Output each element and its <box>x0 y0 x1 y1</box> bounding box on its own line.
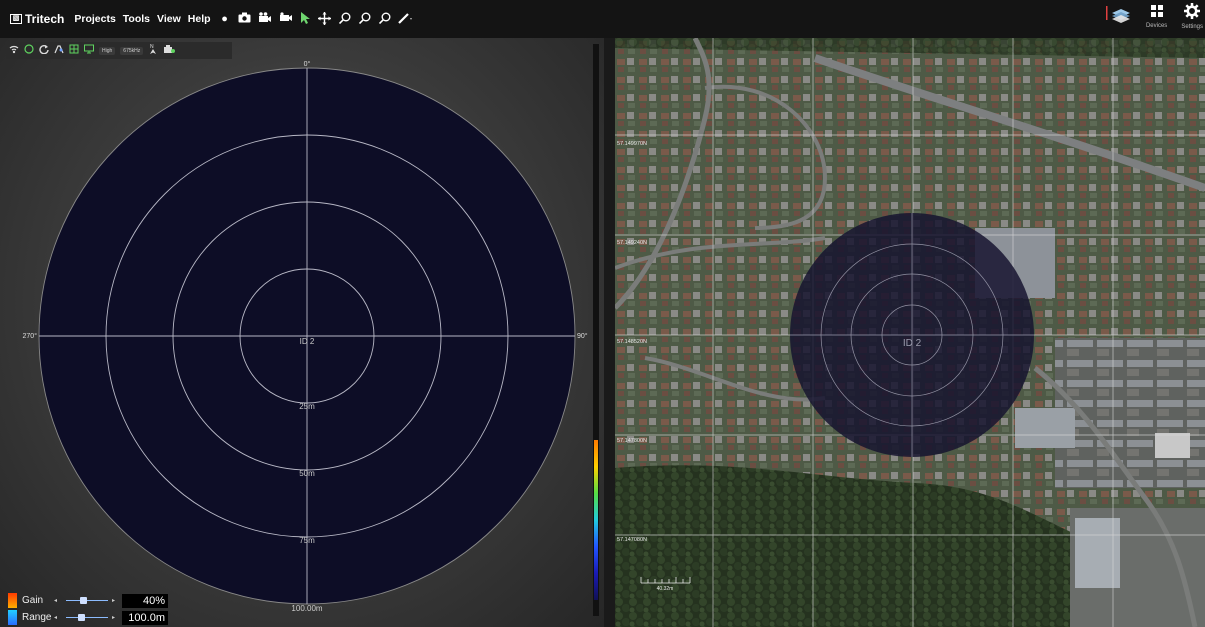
lat-label-3: 57.148520N <box>617 339 647 345</box>
sonar-map-overlay[interactable]: ID 2 <box>790 213 1034 457</box>
devices-button[interactable]: Devices <box>1146 3 1167 29</box>
brand-name: Tritech <box>25 12 65 26</box>
gain-control: Gain ◂ ▸ 40% <box>8 593 168 608</box>
ring-label-100m: 100.00m <box>291 604 322 613</box>
range-swatch <box>8 610 17 625</box>
sonar-display[interactable]: 0° 270° 90° ID 2 25m 50m 75m 100.00m <box>0 38 604 627</box>
gain-decrease-arrow[interactable]: ◂ <box>54 597 60 604</box>
industrial-area <box>1055 338 1205 488</box>
bearing-0-label: 0° <box>304 60 311 68</box>
frequency-select[interactable]: 675kHz <box>120 46 144 55</box>
svg-text:N: N <box>150 44 154 50</box>
zoom-fit-icon[interactable] <box>378 12 392 26</box>
range-slider[interactable] <box>66 613 108 622</box>
ring-label-75m: 75m <box>299 536 315 545</box>
lat-label-5: 57.147080N <box>617 537 647 543</box>
map-scale-label: 40.32m <box>657 586 674 592</box>
display-icon[interactable] <box>84 44 94 57</box>
map-panel[interactable]: 57.149970N 57.149240N 57.148520N 57.1478… <box>615 38 1205 627</box>
circle-icon[interactable] <box>24 44 34 57</box>
zoom-out-icon[interactable] <box>358 12 372 26</box>
sonar-toolbar: High 675kHz N <box>6 42 232 59</box>
gain-label: Gain <box>22 595 44 606</box>
devices-icon <box>1150 3 1164 23</box>
gain-slider[interactable] <box>66 596 108 605</box>
ring-label-50m: 50m <box>299 469 315 478</box>
bearing-270-label: 270° <box>23 332 38 340</box>
camera-icon[interactable] <box>238 12 252 26</box>
settings-button[interactable]: Settings <box>1181 3 1203 30</box>
brand-logo-icon: ▧ <box>10 14 22 24</box>
signal-icon[interactable] <box>9 44 19 57</box>
sonar-panel: 0° 270° 90° ID 2 25m 50m 75m 100.00m Hig… <box>0 38 604 627</box>
gain-value[interactable]: 40% <box>122 593 168 608</box>
record-icon[interactable]: ● <box>218 12 232 26</box>
menu-tools[interactable]: Tools <box>123 13 150 25</box>
menu-projects[interactable]: Projects <box>74 13 115 25</box>
layers-button[interactable] <box>1105 3 1132 30</box>
intensity-colorbar <box>594 440 598 600</box>
bearing-90-label: 90° <box>577 332 588 340</box>
video-replay-icon[interactable] <box>278 12 292 26</box>
grid-icon[interactable] <box>69 44 79 57</box>
devices-label: Devices <box>1145 23 1168 29</box>
video-icon[interactable] <box>258 12 272 26</box>
refresh-icon[interactable] <box>39 44 49 57</box>
range-slider-handle[interactable] <box>78 613 85 621</box>
pan-icon[interactable] <box>318 12 332 26</box>
palette-icon[interactable] <box>54 44 64 57</box>
settings-icon <box>1184 3 1201 24</box>
lat-label-1: 57.149970N <box>617 141 647 147</box>
frequency-mode-select[interactable]: High <box>99 46 116 55</box>
settings-label: Settings <box>1181 24 1203 30</box>
menu-help[interactable]: Help <box>188 13 211 25</box>
range-decrease-arrow[interactable]: ◂ <box>54 614 60 621</box>
range-value[interactable]: 100.0m <box>122 610 168 625</box>
range-label: Range <box>22 612 52 623</box>
sonar-center-label: ID 2 <box>300 337 315 346</box>
range-control: Range ◂ ▸ 100.0m <box>8 610 168 625</box>
brand-logo: ▧ Tritech <box>10 12 64 26</box>
layers-icon <box>1105 3 1132 30</box>
gain-slider-handle[interactable] <box>80 596 87 604</box>
sonar-controls: Gain ◂ ▸ 40% Range ◂ ▸ 100.0m <box>8 591 168 627</box>
gain-swatch <box>8 593 17 608</box>
pointer-icon[interactable] <box>298 12 312 26</box>
menu-view[interactable]: View <box>157 13 181 25</box>
lat-label-2: 57.149240N <box>617 240 647 246</box>
menu-bar: ▧ Tritech Projects Tools View Help ● Dev… <box>0 0 1205 38</box>
range-increase-arrow[interactable]: ▸ <box>112 614 118 621</box>
camera-capture-icon[interactable] <box>163 44 176 57</box>
right-tools: Devices Settings <box>1105 3 1203 30</box>
measure-icon[interactable] <box>397 12 412 26</box>
ring-label-25m: 25m <box>299 402 315 411</box>
zoom-in-icon[interactable] <box>338 12 352 26</box>
lat-label-4: 57.147800N <box>617 438 647 444</box>
north-icon[interactable]: N <box>148 43 158 58</box>
satellite-map[interactable]: 57.149970N 57.149240N 57.148520N 57.1478… <box>615 38 1205 627</box>
gain-increase-arrow[interactable]: ▸ <box>112 597 118 604</box>
panel-divider[interactable] <box>604 38 615 627</box>
map-overlay-label: ID 2 <box>903 338 922 349</box>
